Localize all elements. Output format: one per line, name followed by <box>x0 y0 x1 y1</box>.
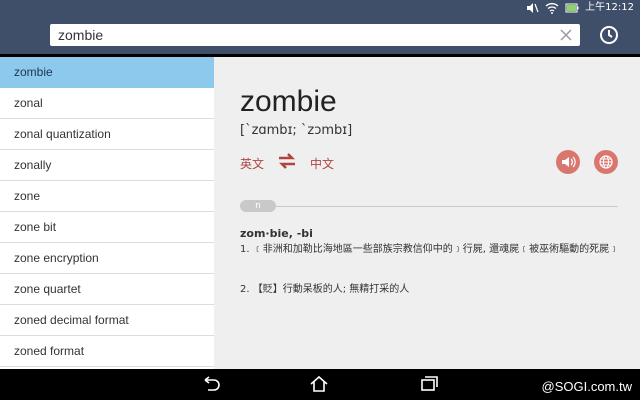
definition-1: 1. ﹝非洲和加勒比海地區一些部族宗教信仰中的﹞行屍, 還魂屍﹝被巫術驅動的死屍… <box>240 244 620 255</box>
phonetic: [ˋzɑmbɪ; ˋzɔmbɪ] <box>240 123 353 138</box>
clear-icon[interactable] <box>558 27 574 43</box>
definition-panel: zombie [ˋzɑmbɪ; ˋzɔmbɪ] 英文 中文 n zom·bie,… <box>214 57 640 369</box>
search-input[interactable] <box>58 26 538 44</box>
headword: zombie <box>240 85 337 118</box>
word-list-item[interactable]: zonal <box>0 88 214 119</box>
word-list-item[interactable]: zone quartet <box>0 274 214 305</box>
word-list-item[interactable]: zombie <box>0 57 214 88</box>
speaker-icon <box>562 156 576 168</box>
wifi-icon <box>545 3 559 14</box>
globe-icon <box>599 155 613 169</box>
pronounce-button[interactable] <box>556 150 580 174</box>
source-language[interactable]: 英文 <box>240 155 264 172</box>
word-list-item[interactable]: zone encryption <box>0 243 214 274</box>
watermark: @SOGI.com.tw <box>541 379 633 394</box>
syllable-division: zom·bie, -bi <box>240 227 313 240</box>
back-icon[interactable] <box>200 374 222 394</box>
history-icon[interactable] <box>597 23 621 47</box>
mute-icon <box>527 3 539 13</box>
word-list-item[interactable]: zoned decimal format <box>0 305 214 336</box>
word-list-item[interactable]: zonal quantization <box>0 119 214 150</box>
word-list-item[interactable]: zonally <box>0 150 214 181</box>
status-bar: 上午12:12 <box>0 0 640 16</box>
word-list: zombie zonal zonal quantization zonally … <box>0 57 214 369</box>
battery-icon <box>565 3 579 13</box>
status-icons: 上午12:12 <box>525 1 634 15</box>
part-of-speech-badge: n <box>240 200 276 212</box>
web-search-button[interactable] <box>594 150 618 174</box>
word-list-item[interactable]: zone bit <box>0 212 214 243</box>
navigation-bar: @SOGI.com.tw <box>0 369 640 400</box>
word-list-item[interactable]: zoned format <box>0 336 214 367</box>
divider <box>276 206 618 207</box>
part-of-speech-row: n <box>240 200 618 212</box>
search-box <box>50 24 580 46</box>
recent-apps-icon[interactable] <box>418 374 440 394</box>
word-list-item[interactable]: zone <box>0 181 214 212</box>
status-time: 上午12:12 <box>585 2 634 13</box>
swap-icon[interactable] <box>276 152 298 170</box>
home-icon[interactable] <box>308 374 330 394</box>
search-header <box>0 16 640 54</box>
target-language[interactable]: 中文 <box>310 155 334 172</box>
definition-2: 2. 【貶】行動呆板的人; 無精打采的人 <box>240 284 410 295</box>
